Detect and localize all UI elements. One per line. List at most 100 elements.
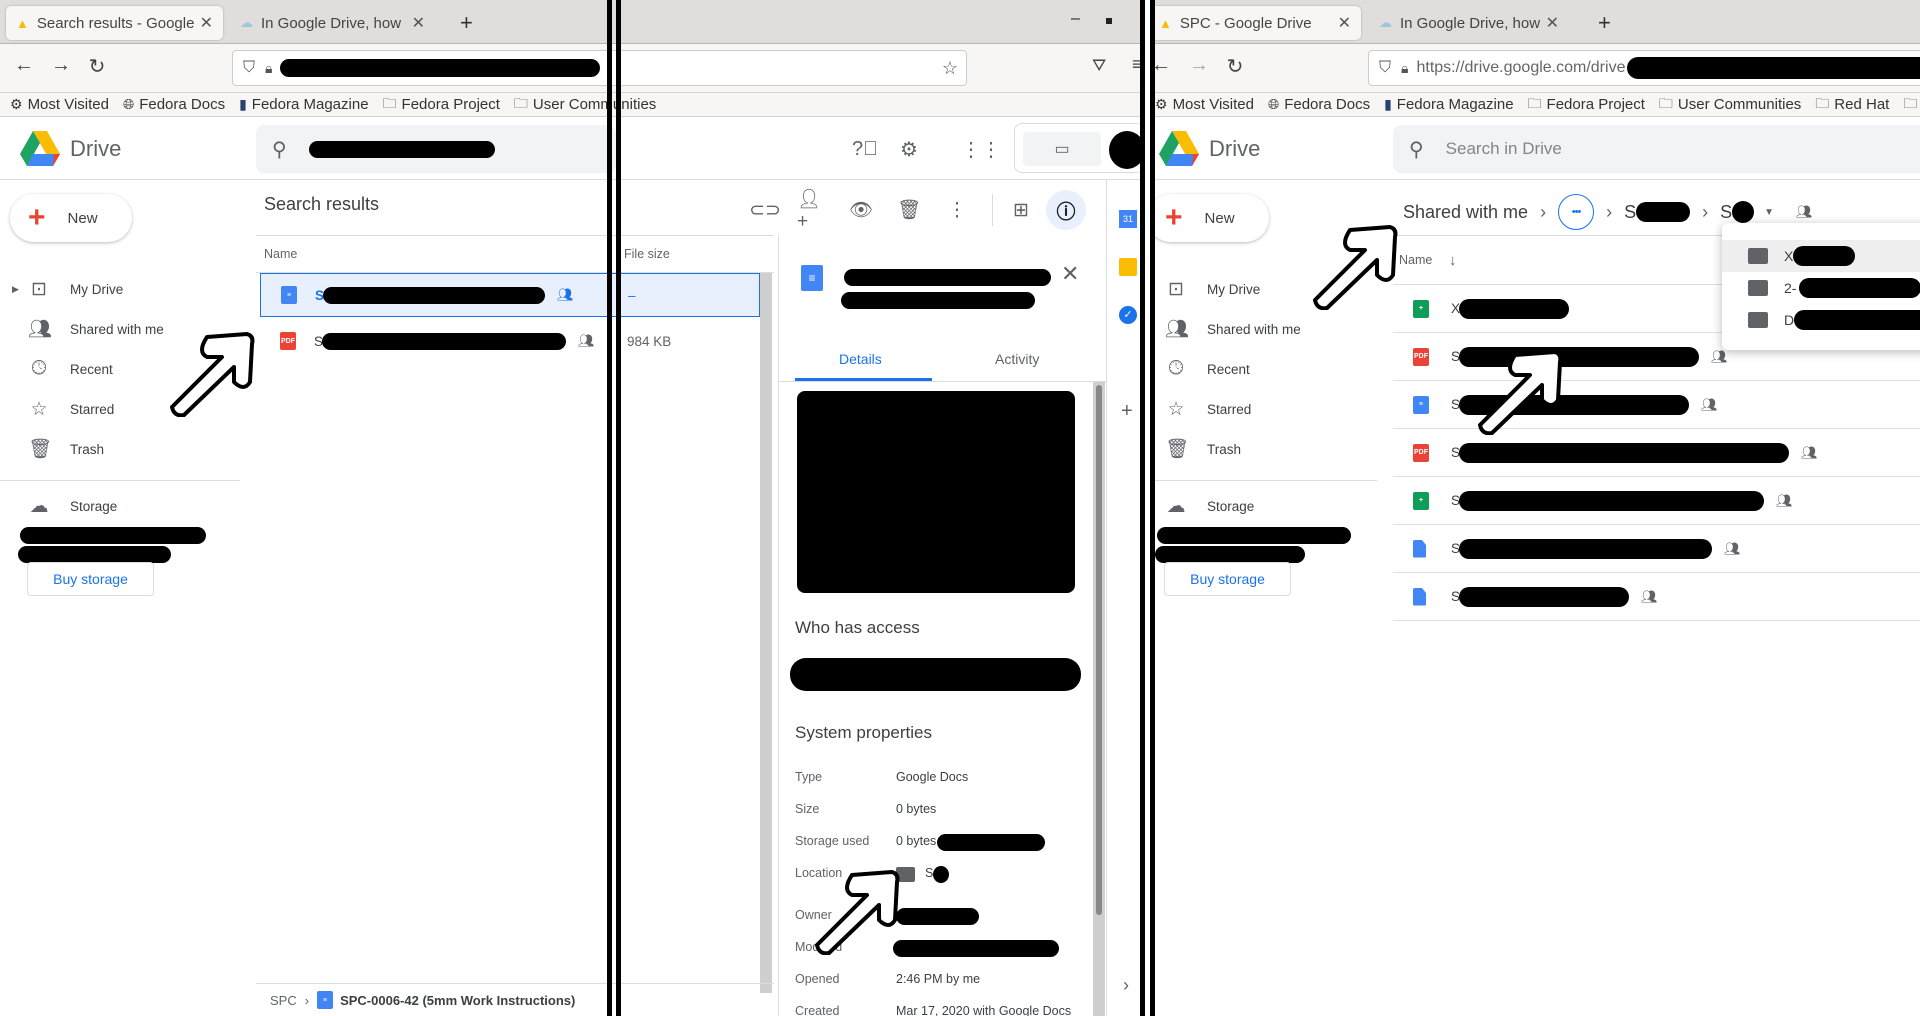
keep-icon[interactable] (1119, 258, 1137, 276)
close-tab-icon[interactable]: ✕ (200, 13, 213, 33)
search-input[interactable]: ⚲ (256, 125, 616, 173)
apps-grid-icon[interactable]: ⋮⋮ (961, 133, 1001, 165)
sidebar-item-starred[interactable]: ☆ Starred (0, 393, 240, 425)
pocket-icon[interactable]: ⛛ (1092, 56, 1106, 76)
sidebar-item-my-drive[interactable]: ▶ ⊡ My Drive (0, 273, 240, 305)
file-size-column-header[interactable]: File size (624, 247, 670, 261)
path-root[interactable]: SPC (270, 993, 297, 1008)
bookmark-fedora-docs[interactable]: 🌐︎ Fedora Docs (1268, 96, 1370, 113)
sort-arrow-icon[interactable]: ↓ (1449, 252, 1457, 269)
tasks-icon[interactable]: ✓ (1119, 306, 1137, 324)
bookmark-free[interactable]: 🗀Free (1903, 93, 1920, 117)
back-button[interactable]: ← (1155, 54, 1175, 77)
reload-button[interactable]: ↻ (1221, 54, 1249, 79)
url-bar[interactable]: ⛉ 🔒︎ https://drive.google.com/drive (1368, 50, 1920, 86)
get-link-icon[interactable]: ⊂⊃ (749, 194, 781, 226)
preview-eye-icon[interactable]: 👁︎ (845, 194, 877, 226)
redacted-access-list[interactable] (790, 658, 1081, 691)
back-button[interactable]: ← (10, 54, 38, 77)
file-row[interactable]: S 👥︎ (1393, 573, 1920, 621)
bookmark-fedora-project[interactable]: 🗀 Fedora Project (1528, 93, 1645, 117)
bookmark-fedora-magazine[interactable]: ▮ Fedora Magazine (1384, 96, 1513, 113)
menu-item-folder[interactable]: D (1722, 304, 1920, 336)
sidebar-item-storage[interactable]: ☁ Storage (1155, 490, 1377, 522)
bookmark-user-communities[interactable]: 🗀 User Communities (1659, 93, 1801, 117)
forward-button[interactable]: → (47, 54, 75, 77)
file-row[interactable]: PDF S 👥︎ (1393, 429, 1920, 477)
file-row[interactable]: S 👥︎ (1393, 525, 1920, 573)
bookmark-red-hat[interactable]: 🗀 Red Hat (1815, 93, 1889, 117)
close-tab-icon[interactable]: ✕ (1338, 13, 1351, 33)
sidebar-item-trash[interactable]: 🗑︎ Trash (0, 433, 240, 465)
file-row-selected[interactable]: ≡ S 👥︎ – (260, 273, 760, 317)
breadcrumb-shared-with-me[interactable]: Shared with me (1403, 202, 1528, 223)
tab-details[interactable]: Details (839, 351, 882, 367)
maximize-button[interactable] (1106, 18, 1112, 24)
new-tab-button[interactable]: + (1598, 10, 1611, 36)
buy-storage-button[interactable]: Buy storage (27, 562, 154, 596)
forward-button[interactable]: → (1185, 54, 1213, 77)
close-details-icon[interactable]: ✕ (1061, 261, 1079, 287)
bookmark-fedora-project[interactable]: 🗀 Fedora Project (383, 93, 500, 117)
name-column-header[interactable]: Name (1399, 253, 1432, 267)
file-row[interactable]: ≡ S 👥︎ (1393, 381, 1920, 429)
settings-gear-icon[interactable]: ⚙ (893, 133, 925, 165)
sidebar-item-storage[interactable]: ☁ Storage (0, 490, 240, 522)
url-bar[interactable]: ⛉ 🔒︎ ☆ (232, 50, 967, 86)
new-button[interactable]: + New (10, 194, 132, 242)
buy-storage-button[interactable]: Buy storage (1164, 562, 1291, 596)
get-addons-icon[interactable]: + (1121, 400, 1133, 423)
sidebar-item-shared-with-me[interactable]: 👥︎ Shared with me (0, 313, 240, 345)
breadcrumb-more-button[interactable]: ••• (1558, 194, 1595, 230)
file-row[interactable]: PDF S 👥︎ 984 KB (260, 319, 760, 363)
bookmark-user-communities[interactable]: 🗀 User Communities (514, 93, 656, 117)
bookmark-most-visited[interactable]: ⚙ Most Visited (1155, 96, 1254, 113)
trash-icon[interactable]: 🗑︎ (893, 194, 925, 226)
star-icon: ☆ (1167, 398, 1185, 420)
name-column-header[interactable]: Name (264, 247, 297, 261)
tab-how-do-you[interactable]: ☁ In Google Drive, how do you... ✕ (230, 6, 435, 40)
menu-item-folder[interactable]: X (1722, 240, 1920, 272)
close-tab-icon[interactable]: ✕ (412, 13, 425, 33)
grid-view-icon[interactable]: ⊞ (1005, 194, 1037, 226)
bookmark-fedora-docs[interactable]: 🌐︎ Fedora Docs (123, 96, 225, 113)
details-scrollbar-thumb[interactable] (1096, 385, 1102, 915)
breadcrumb-crumb-2[interactable]: S (1720, 202, 1732, 223)
new-button[interactable]: + New (1155, 194, 1269, 242)
minimize-button[interactable]: – (1071, 10, 1080, 28)
search-input[interactable]: ⚲ Search in Drive (1393, 125, 1920, 173)
breadcrumb-crumb-1[interactable]: S (1624, 202, 1636, 223)
tab-search-results[interactable]: ▲ Search results - Google Drive ✕ (6, 6, 223, 40)
sidebar-item-my-drive[interactable]: ⊡ My Drive (1155, 273, 1377, 305)
sidebar-item-recent[interactable]: 🕓︎ Recent (0, 353, 240, 385)
expand-caret-icon[interactable]: ▶ (12, 284, 19, 295)
share-add-person-icon[interactable]: 👤︎+ (797, 189, 829, 232)
file-row[interactable]: + S 👥︎ (1393, 477, 1920, 525)
tab-activity[interactable]: Activity (995, 351, 1039, 367)
tab-how-do-you[interactable]: ☁ In Google Drive, how do you... ✕ (1369, 6, 1569, 40)
more-options-icon[interactable]: ⋮ (941, 194, 973, 226)
bookmark-star-icon[interactable]: ☆ (942, 58, 958, 79)
redacted-file-name (1459, 490, 1764, 511)
close-tab-icon[interactable]: ✕ (1546, 13, 1559, 33)
tab-spc-google-drive[interactable]: ▲ SPC - Google Drive ✕ (1155, 6, 1361, 40)
expand-side-panel-icon[interactable]: › (1123, 975, 1129, 996)
sidebar-item-starred[interactable]: ☆ Starred (1155, 393, 1377, 425)
drive-logo[interactable]: Drive (20, 131, 121, 166)
calendar-icon[interactable]: 31 (1119, 210, 1137, 228)
bookmark-fedora-magazine[interactable]: ▮ Fedora Magazine (239, 96, 368, 113)
reload-button[interactable]: ↻ (83, 54, 111, 79)
menu-item-folder[interactable]: 2- (1722, 272, 1920, 304)
sidebar-item-recent[interactable]: 🕓︎ Recent (1155, 353, 1377, 385)
sidebar-item-trash[interactable]: 🗑︎ Trash (1155, 433, 1377, 465)
path-file[interactable]: SPC-0006-42 (5mm Work Instructions) (340, 993, 575, 1008)
account-switcher[interactable]: ▭ (1014, 123, 1145, 173)
caret-down-icon[interactable]: ▼ (1764, 207, 1774, 218)
file-list-scrollbar[interactable] (760, 273, 772, 993)
bookmark-most-visited[interactable]: ⚙ Most Visited (10, 96, 109, 113)
new-tab-button[interactable]: + (460, 10, 473, 36)
sidebar-item-shared-with-me[interactable]: 👥︎ Shared with me (1155, 313, 1377, 345)
help-icon[interactable]: ?⃝ (849, 133, 881, 165)
info-icon[interactable]: ⓘ (1046, 190, 1086, 230)
drive-logo[interactable]: Drive (1159, 131, 1260, 166)
